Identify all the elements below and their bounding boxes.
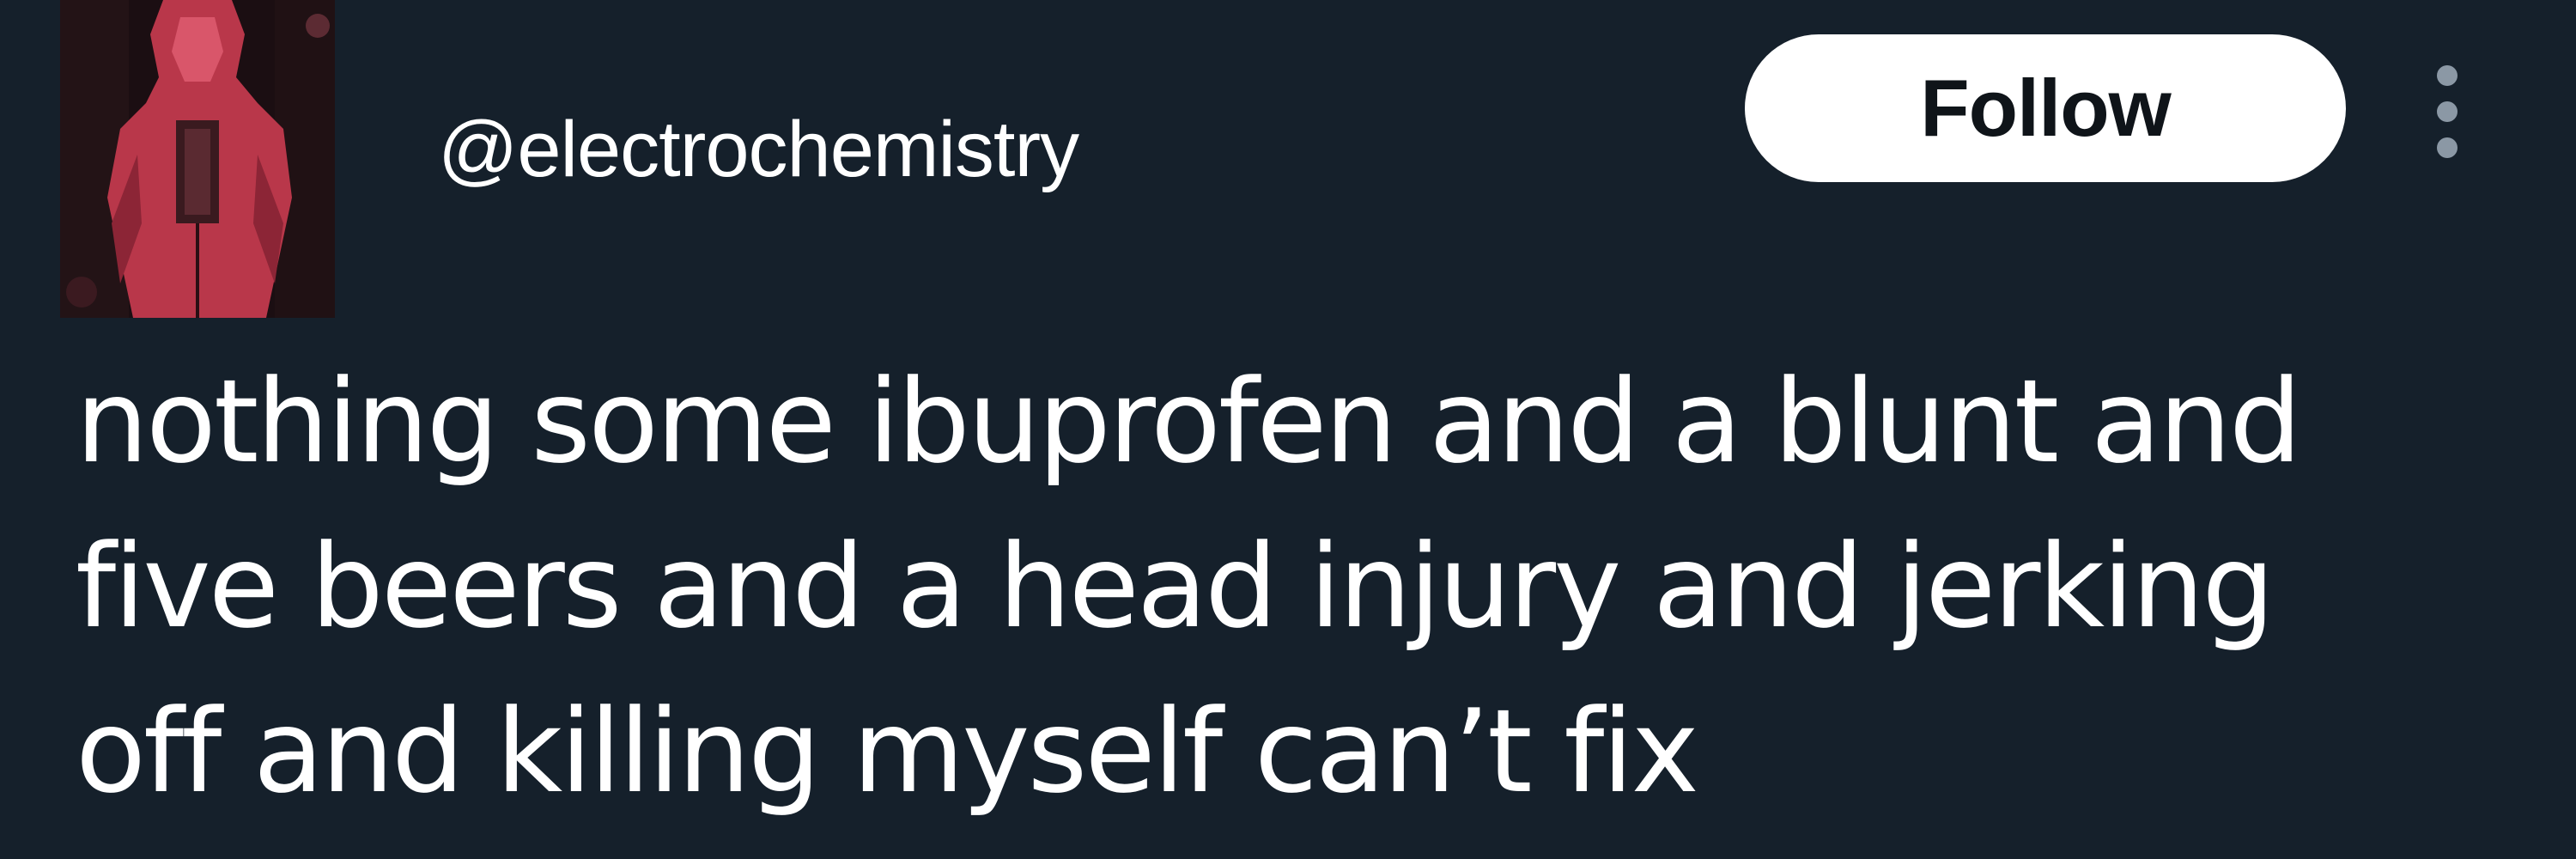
user-handle[interactable]: @electrochemistry — [438, 105, 1079, 195]
follow-button[interactable]: Follow — [1745, 34, 2346, 182]
more-options-button[interactable] — [2417, 60, 2477, 163]
avatar-image — [60, 0, 335, 318]
more-vertical-icon — [2437, 65, 2458, 158]
tweet-card: @electrochemistry Follow nothing some ib… — [0, 0, 2576, 859]
avatar[interactable] — [60, 0, 335, 318]
tweet-text: nothing some ibuprofen and a blunt and f… — [76, 355, 2302, 819]
